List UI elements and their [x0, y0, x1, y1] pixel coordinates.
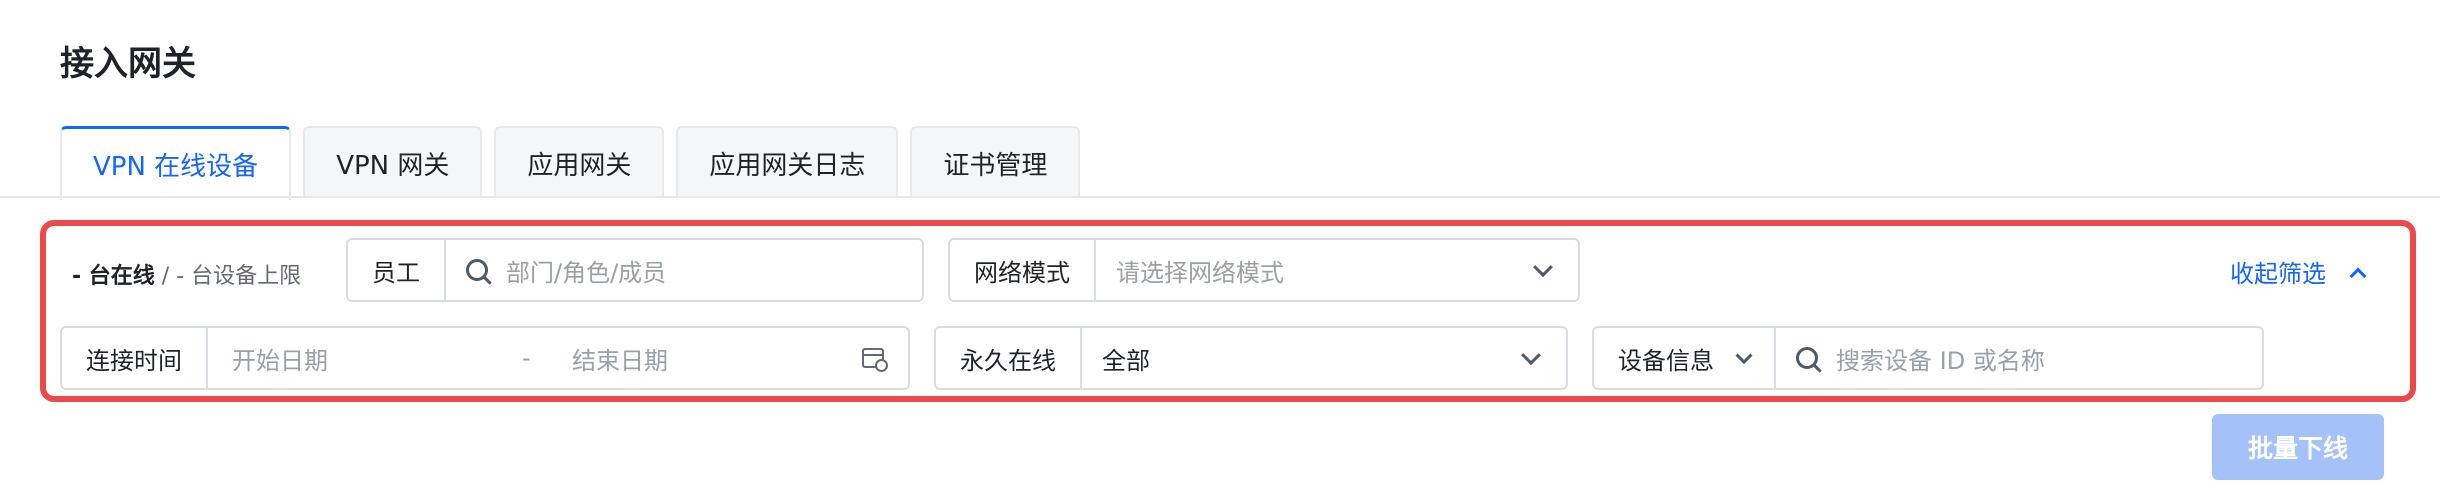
- online-count-text: - 台在线: [72, 264, 155, 289]
- batch-offline-button[interactable]: 批量下线: [2212, 414, 2384, 480]
- chevron-down-icon: [1735, 347, 1753, 365]
- tab-app-gateway-logs[interactable]: 应用网关日志: [676, 126, 899, 198]
- online-count-separator: /: [154, 264, 177, 289]
- device-limit-text: - 台设备上限: [176, 264, 302, 289]
- page-title: 接入网关: [60, 44, 196, 84]
- permanent-online-value: 全部: [1102, 346, 1150, 375]
- tab-app-gateway[interactable]: 应用网关: [494, 126, 665, 198]
- tab-vpn-gateway[interactable]: VPN 网关: [303, 126, 483, 198]
- end-date-input[interactable]: 结束日期: [572, 341, 668, 376]
- employee-filter: 员工 部门/角色/成员: [346, 238, 924, 302]
- permanent-online-filter: 永久在线 全部: [934, 326, 1568, 390]
- tab-certificate-management[interactable]: 证书管理: [910, 126, 1081, 198]
- permanent-online-select[interactable]: 全部: [1082, 328, 1566, 388]
- employee-label: 员工: [348, 240, 446, 300]
- device-info-type-select[interactable]: 设备信息: [1594, 328, 1776, 388]
- collapse-filters-label: 收起筛选: [2230, 260, 2326, 288]
- search-icon: [1796, 347, 1818, 369]
- chevron-down-icon: [1521, 345, 1541, 366]
- network-mode-filter: 网络模式 请选择网络模式: [948, 238, 1580, 302]
- collapse-filters-button[interactable]: 收起筛选: [2230, 254, 2367, 289]
- start-date-input[interactable]: 开始日期: [232, 341, 522, 376]
- chevron-up-icon: [2349, 267, 2367, 284]
- employee-search-placeholder: 部门/角色/成员: [506, 258, 667, 287]
- device-info-select-label: 设备信息: [1618, 346, 1714, 375]
- connect-time-label: 连接时间: [62, 328, 208, 388]
- device-search-input[interactable]: 搜索设备 ID 或名称: [1776, 328, 2262, 388]
- connect-time-filter: 连接时间 开始日期 - 结束日期: [60, 326, 910, 390]
- device-search-placeholder: 搜索设备 ID 或名称: [1836, 346, 2045, 375]
- tab-vpn-online-devices[interactable]: VPN 在线设备: [60, 126, 292, 200]
- device-info-filter: 设备信息 搜索设备 ID 或名称: [1592, 326, 2264, 390]
- network-mode-select[interactable]: 请选择网络模式: [1096, 240, 1578, 300]
- tab-bar: VPN 在线设备 VPN 网关 应用网关 应用网关日志 证书管理: [60, 126, 1081, 200]
- chevron-down-icon: [1533, 257, 1553, 278]
- calendar-icon[interactable]: [862, 348, 888, 372]
- network-mode-placeholder: 请选择网络模式: [1116, 258, 1284, 287]
- network-mode-label: 网络模式: [950, 240, 1096, 300]
- online-device-count: - 台在线 / - 台设备上限: [72, 258, 301, 290]
- date-range-picker[interactable]: 开始日期 - 结束日期: [208, 328, 908, 388]
- tab-divider: [0, 196, 2440, 198]
- date-separator: -: [522, 344, 531, 372]
- permanent-online-label: 永久在线: [936, 328, 1082, 388]
- employee-search-input[interactable]: 部门/角色/成员: [446, 240, 922, 300]
- search-icon: [466, 259, 488, 281]
